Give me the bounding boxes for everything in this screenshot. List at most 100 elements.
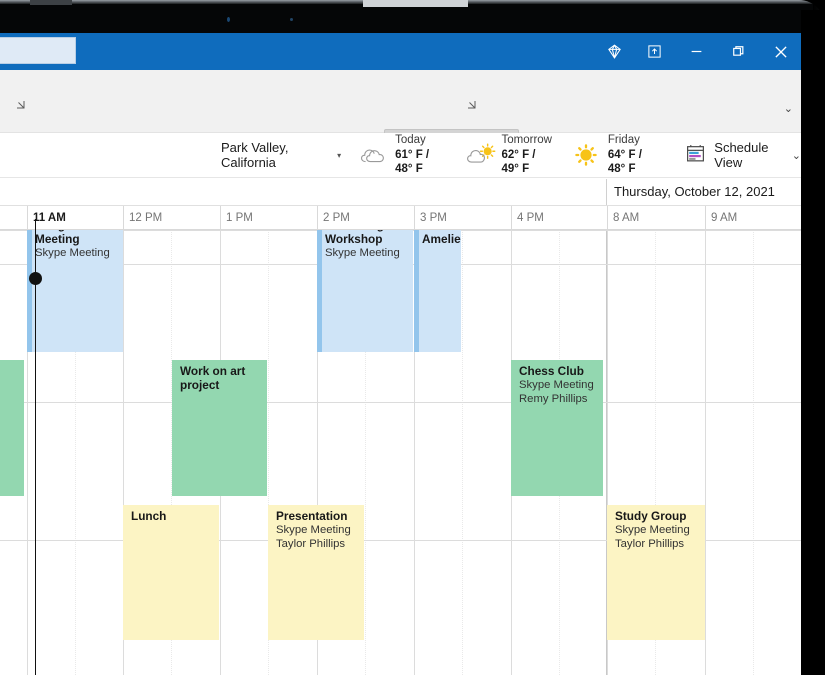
time-header-gridline: [511, 206, 512, 230]
time-header-gridline: [27, 206, 28, 230]
close-button[interactable]: [758, 33, 801, 70]
calendar-event[interactable]: Study GroupSkype MeetingTaylor Phillips: [607, 505, 705, 640]
event-detail-line: Taylor Phillips: [615, 538, 705, 552]
forecast-tomorrow-temp: 62° F / 49° F: [502, 148, 554, 177]
forecast-today-temp: 61° F / 48° F: [395, 148, 447, 177]
current-time-marker: [29, 272, 42, 285]
time-header-gridline: [123, 206, 124, 230]
time-slot-label: 9 AM: [705, 206, 737, 230]
grid-vline-halfhour: [462, 230, 463, 675]
time-header-row: 11 AM 12 PM 1 PM 2 PM 3 PM 4 PM 8 AM 9 AM: [0, 206, 801, 230]
event-detail-line: Taylor Phillips: [276, 538, 364, 552]
forecast-tomorrow[interactable]: Tomorrow 62° F / 49° F: [466, 133, 554, 176]
time-slot-label: 1 PM: [220, 206, 253, 230]
forecast-friday[interactable]: Friday 64° F / 48° F: [572, 133, 660, 176]
calendar-event[interactable]: PresentationSkype MeetingTaylor Phillips: [268, 505, 364, 640]
event-detail-line: Remy Phillips: [519, 393, 603, 407]
arrangement-dialog-launcher[interactable]: [465, 97, 477, 109]
event-title: Work on art project: [180, 365, 267, 393]
view-switch-label: Schedule View: [714, 140, 784, 170]
calendar-event[interactable]: Call Amelie: [414, 230, 461, 352]
location-picker[interactable]: Park Valley, California ▾: [221, 140, 341, 170]
diamond-icon[interactable]: [592, 33, 637, 70]
event-category-stripe: [268, 505, 273, 640]
current-time-line: [35, 219, 36, 675]
event-title: Chess Club: [519, 365, 603, 379]
event-category-stripe: [607, 505, 612, 640]
event-title: Gardening Workshop: [325, 230, 413, 247]
screen: s Day: [0, 0, 825, 675]
ribbon: s Day: [0, 70, 801, 133]
device-bezel-right: [801, 10, 825, 675]
device-bezel: [0, 0, 825, 33]
event-title: Lunch: [131, 510, 219, 524]
location-label: Park Valley, California: [221, 140, 330, 170]
view-switch-dropdown[interactable]: Schedule View ⌄: [685, 140, 801, 170]
grid-hline: [0, 402, 801, 403]
event-category-stripe: [317, 230, 322, 352]
chevron-down-icon: ▾: [337, 151, 341, 160]
calendar-schedule-grid: Thursday, October 12, 2021 11 AM 12 PM 1 P…: [0, 179, 801, 675]
arrange-dialog-launcher[interactable]: [14, 97, 26, 109]
calendar-event[interactable]: Chess ClubSkype MeetingRemy Phillips: [511, 360, 603, 496]
calendar-event[interactable]: [0, 360, 24, 496]
time-slot-label: 3 PM: [414, 206, 447, 230]
event-detail-line: Skype Meeting: [35, 247, 123, 261]
event-detail-line: Skype Meeting: [519, 379, 603, 393]
title-bar: [0, 33, 801, 70]
calendar-schedule-icon: [685, 143, 706, 167]
event-category-stripe: [511, 360, 516, 496]
forecast-tomorrow-day: Tomorrow: [502, 133, 554, 147]
event-category-stripe: [123, 505, 128, 640]
event-title: Presentation: [276, 510, 364, 524]
forecast-today[interactable]: Today 61° F / 48° F: [359, 133, 447, 176]
webcam-indicator-icon: [290, 18, 293, 21]
event-category-stripe: [27, 230, 32, 352]
forecast-friday-day: Friday: [608, 133, 660, 147]
day-header-separator: [606, 179, 607, 206]
time-header-gridline: [220, 206, 221, 230]
bezel-notch-center: [363, 0, 468, 7]
event-category-stripe: [414, 230, 419, 352]
ribbon-collapse-chevron-down-icon[interactable]: ⌄: [784, 102, 793, 115]
time-slot-label: 12 PM: [123, 206, 162, 230]
event-title: Call Amelie: [422, 230, 461, 247]
outlook-window: s Day: [0, 33, 801, 675]
calendar-event[interactable]: Gardening WorkshopSkype Meeting: [317, 230, 413, 352]
time-header-gridline: [414, 206, 415, 230]
time-header-gridline: [317, 206, 318, 230]
chevron-down-icon: ⌄: [792, 149, 801, 162]
restore-button[interactable]: [716, 33, 761, 70]
day-header-label: Thursday, October 12, 2021: [614, 184, 775, 199]
event-detail-line: Skype Meeting: [615, 524, 705, 538]
grid-vline-hour: [705, 230, 706, 675]
ribbon-display-options-icon[interactable]: [632, 33, 677, 70]
event-title: Study Group: [615, 510, 705, 524]
sunny-icon: [572, 142, 602, 168]
calendar-event[interactable]: Work on art project: [172, 360, 267, 496]
event-detail-line: Skype Meeting: [276, 524, 364, 538]
day-header-row: Thursday, October 12, 2021: [0, 179, 801, 206]
calendar-event[interactable]: Budget MeetingSkype Meeting: [27, 230, 123, 352]
grid-vline-halfhour: [753, 230, 754, 675]
event-detail-line: Skype Meeting: [325, 247, 413, 261]
grid-body: Budget MeetingSkype MeetingGardening Wor…: [0, 230, 801, 675]
time-header-gridline: [705, 206, 706, 230]
forecast-today-day: Today: [395, 133, 447, 147]
event-title: Budget Meeting: [35, 230, 123, 247]
time-slot-label: 4 PM: [511, 206, 544, 230]
weather-bar: Park Valley, California ▾ Today 61° F / …: [0, 133, 801, 178]
bezel-notch-left: [30, 0, 72, 5]
cloudy-icon: [359, 142, 389, 168]
time-header-gridline: [607, 206, 608, 230]
time-slot-label: 2 PM: [317, 206, 350, 230]
minimize-button[interactable]: [674, 33, 719, 70]
calendar-event[interactable]: Lunch: [123, 505, 219, 640]
time-slot-label: 11 AM: [27, 206, 66, 230]
event-category-stripe: [172, 360, 177, 496]
forecast-friday-temp: 64° F / 48° F: [608, 148, 660, 177]
search-input[interactable]: [0, 37, 76, 64]
partly-sunny-icon: [466, 142, 496, 168]
time-slot-label: 8 AM: [607, 206, 639, 230]
webcam-lens-icon: [227, 17, 230, 22]
